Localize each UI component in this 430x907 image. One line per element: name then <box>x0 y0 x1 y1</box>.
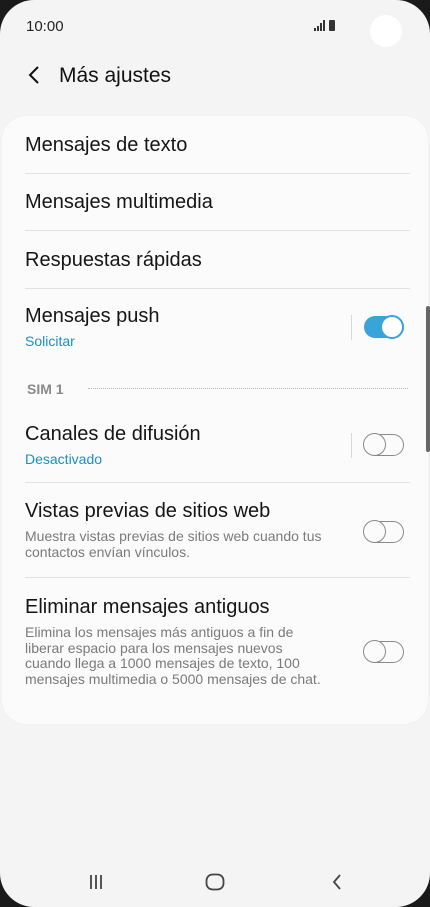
setting-title: Mensajes multimedia <box>25 191 213 213</box>
setting-multimedia-messages[interactable]: Mensajes multimedia <box>2 174 428 231</box>
scroll-indicator[interactable] <box>426 306 430 452</box>
setting-title: Mensajes de texto <box>25 134 188 156</box>
toggle-knob <box>380 315 404 339</box>
web-previews-toggle[interactable] <box>363 520 404 543</box>
section-label-sim1: SIM 1 <box>27 381 64 397</box>
setting-broadcast-channels[interactable]: Canales de difusión Desactivado <box>2 406 428 482</box>
camera-cutout <box>370 15 402 47</box>
vertical-separator <box>351 315 352 340</box>
back-arrow-icon[interactable] <box>22 63 46 87</box>
setting-description: Muestra vistas previas de sitios web cua… <box>25 528 322 560</box>
setting-subtitle: Desactivado <box>25 451 103 467</box>
app-header: Más ajustes <box>0 56 430 96</box>
push-messages-toggle[interactable] <box>364 315 404 339</box>
battery-icon <box>329 20 335 31</box>
broadcast-channels-toggle[interactable] <box>363 433 404 456</box>
status-bar: 10:00 <box>0 0 430 56</box>
signal-icon <box>314 20 325 31</box>
setting-title: Vistas previas de sitios web <box>25 500 271 522</box>
toggle-knob <box>363 640 386 663</box>
phone-screen: 10:00 Más ajustes Mensajes de texto Mens… <box>0 0 430 907</box>
setting-web-previews[interactable]: Vistas previas de sitios web Muestra vis… <box>2 483 428 577</box>
setting-title: Respuestas rápidas <box>25 249 202 271</box>
page-title: Más ajustes <box>59 64 172 87</box>
back-nav-icon[interactable] <box>322 870 352 894</box>
settings-card: Mensajes de texto Mensajes multimedia Re… <box>2 116 428 724</box>
delete-old-messages-toggle[interactable] <box>363 640 404 663</box>
setting-title: Eliminar mensajes antiguos <box>25 596 270 618</box>
setting-description: Elimina los mensajes más antiguos a fin … <box>25 624 321 687</box>
status-icons <box>314 20 335 31</box>
toggle-knob <box>363 433 386 456</box>
toggle-knob <box>363 520 386 543</box>
setting-text-messages[interactable]: Mensajes de texto <box>2 116 428 173</box>
section-divider <box>88 388 408 389</box>
recent-apps-icon[interactable] <box>81 870 111 894</box>
vertical-separator <box>351 433 352 458</box>
home-icon[interactable] <box>200 870 230 894</box>
setting-delete-old-messages[interactable]: Eliminar mensajes antiguos Elimina los m… <box>2 578 428 724</box>
setting-push-messages[interactable]: Mensajes push Solicitar <box>2 289 428 359</box>
navigation-bar <box>0 860 430 904</box>
setting-title: Mensajes push <box>25 305 160 327</box>
setting-quick-responses[interactable]: Respuestas rápidas <box>2 231 428 288</box>
setting-subtitle: Solicitar <box>25 333 75 349</box>
setting-title: Canales de difusión <box>25 423 201 445</box>
status-time: 10:00 <box>26 18 64 35</box>
